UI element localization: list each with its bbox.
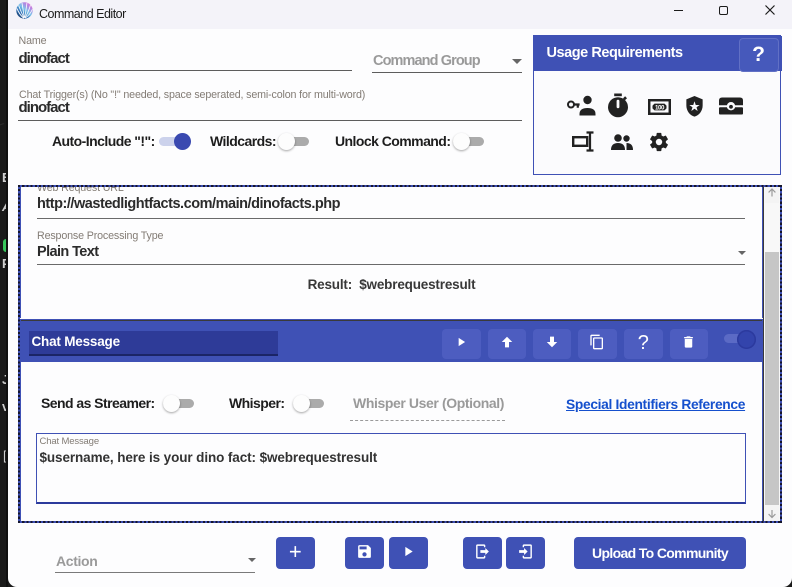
svg-text:100: 100 bbox=[654, 104, 664, 111]
